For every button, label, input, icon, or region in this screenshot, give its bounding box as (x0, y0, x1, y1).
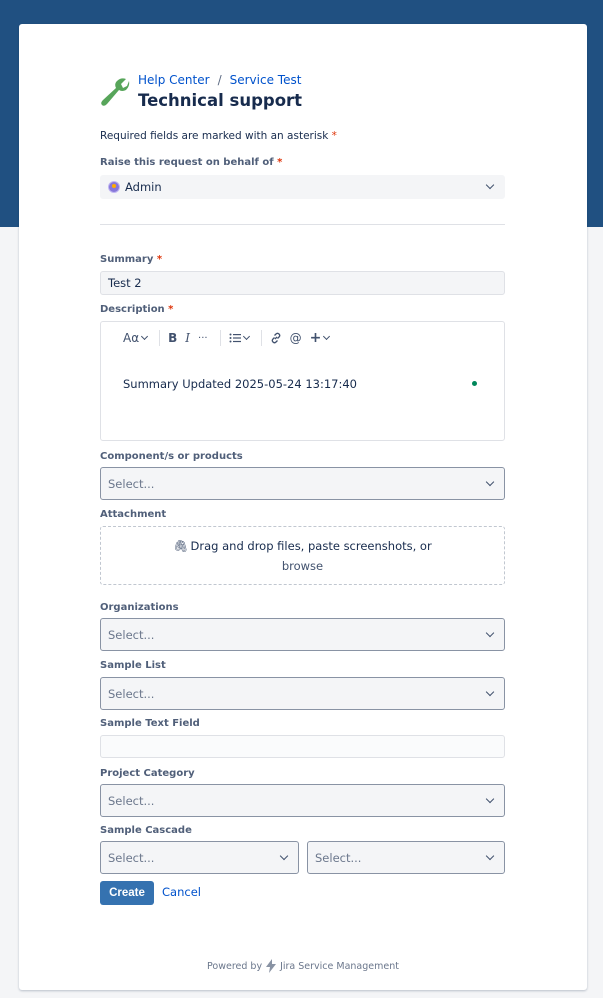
description-label: Description * (100, 304, 174, 315)
divider (100, 224, 505, 225)
on-behalf-label: Raise this request on behalf of * (100, 157, 283, 168)
jira-bolt-icon (266, 959, 277, 973)
project-category-placeholder: Select... (108, 793, 155, 808)
cancel-link[interactable]: Cancel (162, 885, 201, 899)
on-behalf-value: Admin (125, 180, 162, 194)
more-formatting-button[interactable]: ··· (198, 333, 208, 344)
cascade-parent-placeholder: Select... (108, 850, 155, 865)
summary-label: Summary * (100, 254, 163, 265)
cascade-child-placeholder: Select... (315, 850, 362, 865)
insert-button[interactable]: + (310, 330, 331, 346)
chevron-down-icon (486, 478, 494, 486)
project-category-select[interactable]: Select... (100, 784, 505, 817)
chevron-down-icon (242, 332, 250, 341)
attachment-label: Attachment (100, 509, 167, 520)
sample-text-label: Sample Text Field (100, 718, 200, 729)
powered-by-text: Powered by (207, 960, 263, 972)
paperclip-icon: 🖇 (173, 538, 189, 553)
mention-button[interactable]: @ (290, 331, 302, 345)
text-style-button[interactable]: Aα (123, 331, 149, 345)
sample-text-input[interactable] (100, 735, 505, 758)
chevron-down-icon (486, 852, 494, 860)
chevron-down-icon (486, 629, 494, 637)
breadcrumb-separator: / (217, 73, 222, 87)
attachment-dropzone[interactable]: 🖇 Drag and drop files, paste screenshots,… (100, 526, 505, 585)
summary-value: Test 2 (108, 276, 142, 290)
list-button[interactable] (229, 332, 250, 343)
components-placeholder: Select... (108, 476, 155, 491)
footer: Powered by Jira Service Management (19, 959, 587, 973)
breadcrumb: Help Center / Service Test (138, 73, 301, 87)
chevron-down-icon (141, 332, 149, 341)
status-dot (472, 381, 477, 386)
chevron-down-icon (323, 332, 331, 341)
project-category-label: Project Category (100, 768, 195, 779)
toolbar-separator (159, 330, 161, 346)
sample-cascade-label: Sample Cascade (100, 825, 192, 836)
components-label: Component/s or products (100, 451, 243, 462)
toolbar-separator (219, 330, 221, 346)
italic-button[interactable]: I (185, 331, 190, 345)
bold-button[interactable]: B (168, 331, 177, 345)
chevron-down-icon (486, 795, 494, 803)
sample-cascade-parent-select[interactable]: Select... (100, 841, 299, 874)
required-note: Required fields are marked with an aster… (100, 130, 337, 142)
breadcrumb-help-center[interactable]: Help Center (138, 73, 210, 87)
sample-list-select[interactable]: Select... (100, 677, 505, 710)
description-editor[interactable]: Aα B I ··· @ + Summary Updated 2025-05-2… (100, 321, 505, 441)
sample-list-label: Sample List (100, 660, 166, 671)
sample-cascade-child-select[interactable]: Select... (307, 841, 505, 874)
sample-list-placeholder: Select... (108, 686, 155, 701)
wrench-icon (101, 78, 130, 106)
on-behalf-select[interactable]: Admin (100, 175, 505, 199)
chevron-down-icon (280, 852, 288, 860)
chevron-down-icon (486, 181, 494, 189)
avatar-icon (108, 181, 120, 193)
components-select[interactable]: Select... (100, 467, 505, 500)
required-asterisk: * (331, 130, 337, 142)
editor-toolbar: Aα B I ··· @ + (101, 322, 504, 354)
summary-input[interactable]: Test 2 (100, 271, 505, 295)
chevron-down-icon (486, 688, 494, 696)
link-button[interactable] (270, 332, 282, 344)
browse-link[interactable]: browse (282, 556, 323, 576)
product-name[interactable]: Jira Service Management (280, 961, 399, 972)
create-button[interactable]: Create (100, 881, 154, 905)
breadcrumb-service-test[interactable]: Service Test (230, 73, 302, 87)
request-form-card: Help Center / Service Test Technical sup… (19, 24, 587, 990)
toolbar-separator (260, 330, 262, 346)
description-content: Summary Updated 2025-05-24 13:17:40 (123, 377, 357, 391)
page-title: Technical support (138, 91, 303, 110)
organizations-select[interactable]: Select... (100, 618, 505, 651)
link-icon (271, 332, 280, 344)
list-icon (229, 333, 241, 343)
organizations-placeholder: Select... (108, 627, 155, 642)
drop-text: Drag and drop files, paste screenshots, … (190, 538, 432, 553)
organizations-label: Organizations (100, 602, 179, 613)
